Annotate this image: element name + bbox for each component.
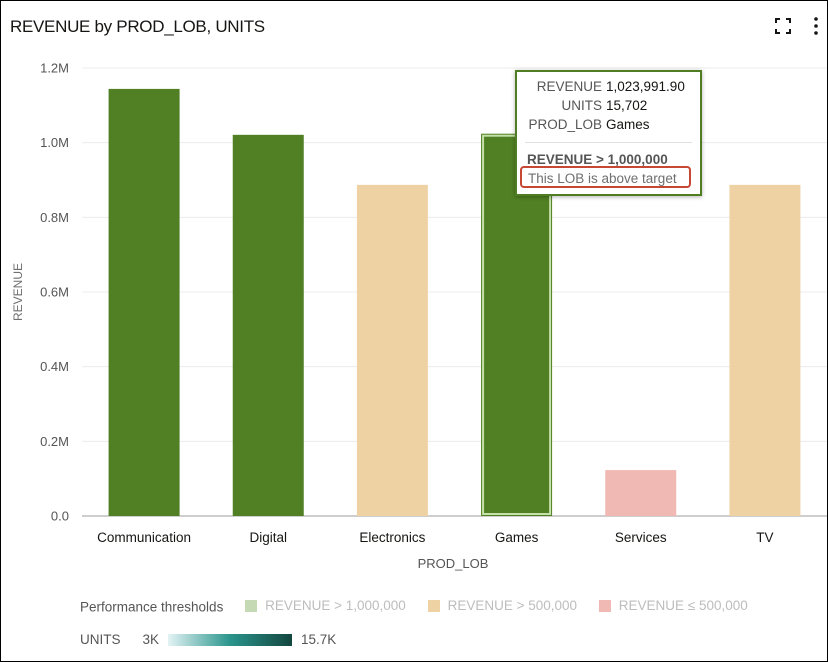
x-tick-label: TV [756, 530, 773, 545]
x-tick-label: Communication [97, 530, 191, 545]
y-tick-label: 0.6M [40, 285, 69, 300]
bar-chart: 0.0 0.2M 0.4M 0.6M 0.8M 1.0M 1.2M Communicatio… [11, 61, 827, 571]
tooltip-value: 1,023,991.90 [606, 79, 685, 94]
units-label: UNITS [80, 632, 121, 647]
y-tick-label: 0.8M [40, 210, 69, 225]
bar-digital[interactable] [232, 134, 304, 516]
units-max: 15.7K [301, 632, 337, 647]
legend-item-label: REVENUE > 1,000,000 [265, 598, 406, 613]
x-tick-label: Games [495, 530, 539, 545]
y-tick-label: 0.2M [40, 434, 69, 449]
bar-services[interactable] [605, 470, 677, 516]
tooltip-message: This LOB is above target [520, 166, 691, 188]
bar-communication[interactable] [108, 88, 180, 516]
x-tick-label: Services [615, 530, 667, 545]
tooltip-key: REVENUE [536, 79, 602, 94]
units-min: 3K [142, 632, 160, 647]
x-axis-label: PROD_LOB [418, 556, 489, 571]
y-tick-label: 1.2M [40, 61, 69, 76]
legend-item-label: REVENUE > 500,000 [447, 598, 578, 613]
threshold-legend: Performance thresholds REVENUE > 1,000,0… [80, 598, 748, 615]
legend-swatch [427, 599, 440, 612]
y-axis-label: REVENUE [11, 263, 25, 321]
legend-item[interactable]: REVENUE > 500,000 [427, 598, 578, 613]
tooltip-row: UNITS 15,702 [517, 98, 700, 116]
x-tick-label: Electronics [359, 530, 425, 545]
units-legend: UNITS 3K 15.7K [80, 632, 336, 647]
x-tick-label: Digital [249, 530, 287, 545]
bar-electronics[interactable] [356, 184, 428, 516]
legend-item[interactable]: REVENUE > 1,000,000 [245, 598, 406, 613]
bar-tv[interactable] [729, 184, 801, 516]
tooltip-key: PROD_LOB [528, 117, 602, 132]
units-gradient [168, 633, 293, 646]
y-tick-label: 1.0M [40, 135, 69, 150]
tooltip-value: Games [606, 117, 650, 132]
chart-panel: REVENUE by PROD_LOB, UNITS 0.0 0.2M 0.4M 0.… [0, 0, 828, 662]
tooltip-value: 15,702 [606, 98, 648, 113]
legend-swatch [245, 599, 258, 612]
legend-item[interactable]: REVENUE ≤ 500,000 [598, 598, 748, 613]
y-tick-label: 0.4M [40, 359, 69, 374]
tooltip: REVENUE 1,023,991.90 UNITS 15,702 PROD_L… [515, 70, 702, 196]
legend-item-label: REVENUE ≤ 500,000 [618, 598, 748, 613]
tooltip-row: REVENUE 1,023,991.90 [517, 79, 700, 97]
legend-swatch [598, 599, 611, 612]
y-tick-label: 0.0 [51, 509, 69, 524]
tooltip-threshold: REVENUE > 1,000,000 [527, 152, 668, 167]
legend-title: Performance thresholds [80, 599, 224, 615]
tooltip-row: PROD_LOB Games [517, 117, 700, 135]
tooltip-divider [525, 142, 692, 143]
tooltip-key: UNITS [561, 98, 603, 113]
